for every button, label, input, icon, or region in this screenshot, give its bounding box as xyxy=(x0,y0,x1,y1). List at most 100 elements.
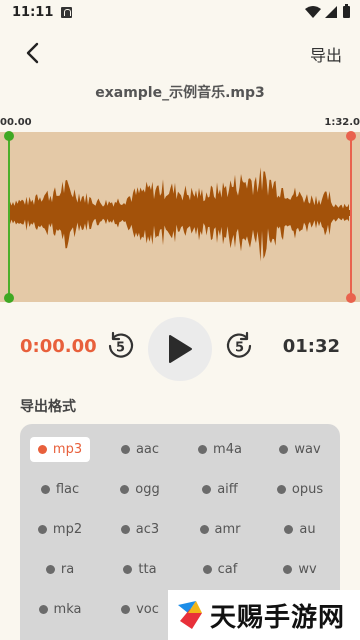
format-option-wav[interactable]: wav xyxy=(260,429,340,469)
radio-dot-icon xyxy=(37,444,47,454)
radio-dot-icon xyxy=(120,444,130,454)
format-chip: ra xyxy=(38,557,82,582)
format-chip: m4a xyxy=(190,437,250,462)
forward-seconds-label: 5 xyxy=(235,341,244,356)
file-name: example_示例音乐.mp3 xyxy=(95,85,265,101)
format-option-aiff[interactable]: aiff xyxy=(180,469,260,509)
format-label: mka xyxy=(53,601,82,617)
forward-5-button[interactable]: 5 xyxy=(224,330,256,362)
waveform-shape xyxy=(10,167,349,262)
format-chip: voc xyxy=(113,597,167,622)
format-label: ogg xyxy=(135,481,160,497)
format-option-ac3[interactable]: ac3 xyxy=(100,509,180,549)
radio-dot-icon xyxy=(37,524,47,534)
format-option-mka[interactable]: mka xyxy=(20,589,100,629)
format-label: m4a xyxy=(213,441,242,457)
radio-dot-icon xyxy=(120,484,130,494)
radio-dot-icon xyxy=(198,444,208,454)
format-label: amr xyxy=(214,521,241,537)
format-option-ogg[interactable]: ogg xyxy=(100,469,180,509)
play-button[interactable] xyxy=(148,317,212,381)
trim-end-handle[interactable] xyxy=(350,136,352,298)
status-icons xyxy=(305,4,350,18)
duration: 01:32 xyxy=(282,336,340,357)
format-chip: ogg xyxy=(112,477,167,502)
format-option-caf[interactable]: caf xyxy=(180,549,260,589)
format-chip: flac xyxy=(33,477,87,502)
radio-dot-icon xyxy=(283,564,293,574)
format-label: aac xyxy=(135,441,160,457)
format-option-mp2[interactable]: mp2 xyxy=(20,509,100,549)
format-chip: amr xyxy=(192,517,249,542)
format-label: caf xyxy=(217,561,238,577)
format-chip: au xyxy=(276,517,323,542)
forward-5-icon: 5 xyxy=(226,331,252,358)
radio-dot-icon xyxy=(120,524,130,534)
trim-end-handle-bottom[interactable] xyxy=(346,293,356,303)
radio-dot-icon xyxy=(38,604,48,614)
trim-end-handle-top[interactable] xyxy=(346,131,356,141)
format-chip: tta xyxy=(115,557,164,582)
format-label: mp3 xyxy=(52,441,83,457)
format-option-tta[interactable]: tta xyxy=(100,549,180,589)
status-bar: 11:11 xyxy=(0,0,360,24)
format-label: ra xyxy=(60,561,75,577)
export-button[interactable]: 导出 xyxy=(310,42,342,66)
radio-dot-icon xyxy=(123,564,133,574)
format-chip: mka xyxy=(31,597,90,622)
play-icon xyxy=(169,335,192,363)
signal-icon xyxy=(325,6,337,18)
format-chip: aiff xyxy=(194,477,246,502)
waveform-area[interactable] xyxy=(0,132,360,302)
trim-start-handle-top[interactable] xyxy=(4,131,14,141)
wifi-icon xyxy=(305,6,321,18)
format-option-aac[interactable]: aac xyxy=(100,429,180,469)
format-label: opus xyxy=(291,481,324,497)
radio-dot-icon xyxy=(40,484,50,494)
format-option-ra[interactable]: ra xyxy=(20,549,100,589)
waveform-tail xyxy=(334,210,350,216)
radio-dot-icon xyxy=(199,524,209,534)
radio-dot-icon xyxy=(276,484,286,494)
radio-dot-icon xyxy=(45,564,55,574)
format-option-opus[interactable]: opus xyxy=(260,469,340,509)
format-chip: mp2 xyxy=(30,517,90,542)
format-label: mp2 xyxy=(52,521,83,537)
watermark-logo-icon xyxy=(178,601,202,629)
format-option-wv[interactable]: wv xyxy=(260,549,340,589)
trim-start-handle[interactable] xyxy=(8,136,10,298)
radio-dot-icon xyxy=(284,524,294,534)
replay-5-icon: 5 xyxy=(108,331,134,358)
rewind-seconds-label: 5 xyxy=(116,341,125,356)
format-label: tta xyxy=(138,561,157,577)
back-button[interactable] xyxy=(18,38,48,68)
format-chip: wv xyxy=(275,557,324,582)
format-label: aiff xyxy=(217,481,238,497)
format-option-m4a[interactable]: m4a xyxy=(180,429,260,469)
radio-dot-icon xyxy=(202,564,212,574)
export-format-title: 导出格式 xyxy=(20,399,76,415)
format-label: flac xyxy=(55,481,80,497)
format-label: wv xyxy=(298,561,317,577)
format-chip: mp3 xyxy=(29,436,91,462)
chevron-left-icon xyxy=(26,42,39,64)
format-option-amr[interactable]: amr xyxy=(180,509,260,549)
status-time: 11:11 xyxy=(12,4,54,20)
format-label: wav xyxy=(294,441,321,457)
radio-dot-icon xyxy=(279,444,289,454)
format-label: voc xyxy=(136,601,159,617)
trim-start-handle-bottom[interactable] xyxy=(4,293,14,303)
format-option-au[interactable]: au xyxy=(260,509,340,549)
format-chip: ac3 xyxy=(113,517,167,542)
watermark: 天赐手游网 xyxy=(168,590,360,640)
rewind-5-button[interactable]: 5 xyxy=(104,330,136,362)
format-chip: opus xyxy=(269,477,331,502)
trim-start-time: 00.00 xyxy=(0,117,32,128)
format-chip: wav xyxy=(271,437,328,462)
format-option-flac[interactable]: flac xyxy=(20,469,100,509)
waveform xyxy=(10,167,350,262)
format-chip: caf xyxy=(195,557,246,582)
format-label: ac3 xyxy=(135,521,160,537)
format-option-mp3[interactable]: mp3 xyxy=(20,429,100,469)
radio-dot-icon xyxy=(121,604,131,614)
